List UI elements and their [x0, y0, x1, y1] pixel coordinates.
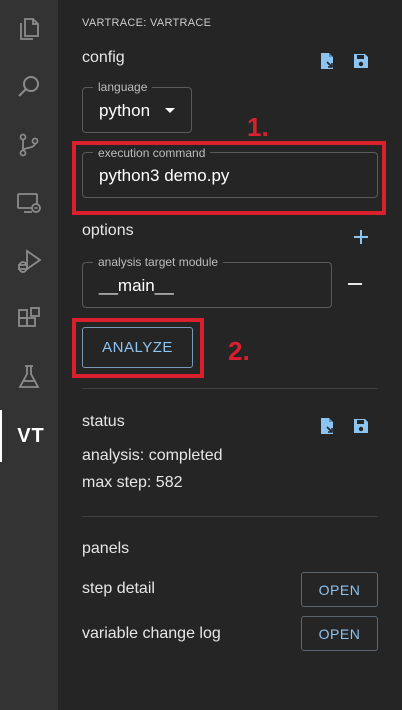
divider [82, 388, 378, 389]
analysis-target-module-value: __main__ [99, 276, 174, 295]
search-icon[interactable] [0, 62, 58, 112]
divider [82, 516, 378, 517]
open-step-detail-button[interactable]: OPEN [301, 572, 378, 607]
config-title: config [82, 49, 125, 66]
language-legend: language [93, 80, 153, 94]
load-status-icon[interactable] [316, 415, 338, 437]
panel-title: VARTRACE: VARTRACE [82, 17, 212, 29]
analysis-status: analysis: completed [82, 447, 223, 464]
max-step: max step: 582 [82, 474, 183, 491]
source-control-icon[interactable] [0, 120, 58, 170]
testing-icon[interactable] [0, 352, 58, 402]
variable-change-log-label: variable change log [82, 625, 221, 642]
language-select[interactable]: language python [82, 80, 192, 133]
analysis-target-module-field[interactable]: analysis target module __main__ [82, 255, 332, 308]
panels-title: panels [82, 540, 130, 557]
remove-option-icon[interactable] [344, 273, 366, 295]
add-option-icon[interactable] [350, 226, 372, 248]
run-debug-icon[interactable] [0, 236, 58, 286]
files-icon[interactable] [0, 4, 58, 54]
execution-command-value: python3 demo.py [99, 166, 230, 185]
step-detail-label: step detail [82, 580, 155, 597]
vartrace-panel: VARTRACE: VARTRACE config language pytho… [58, 0, 402, 710]
remote-explorer-icon[interactable] [0, 178, 58, 228]
execution-command-legend: execution command [93, 146, 211, 160]
execution-command-field[interactable]: execution command python3 demo.py [82, 146, 378, 198]
annotation-two: 2. [228, 336, 250, 366]
analysis-target-module-legend: analysis target module [93, 255, 224, 269]
open-variable-change-log-button[interactable]: OPEN [301, 616, 378, 651]
extensions-icon[interactable] [0, 294, 58, 344]
activity-bar: VT [0, 0, 58, 710]
load-config-icon[interactable] [316, 50, 338, 72]
save-status-icon[interactable] [350, 415, 372, 437]
vartrace-icon[interactable]: VT [0, 410, 60, 462]
save-config-icon[interactable] [350, 50, 372, 72]
chevron-down-icon [165, 108, 175, 113]
annotation-one: 1. [247, 112, 269, 142]
language-value: python [99, 101, 151, 120]
status-title: status [82, 413, 125, 430]
analyze-button[interactable]: ANALYZE [82, 327, 193, 368]
vartrace-label: VT [17, 424, 45, 447]
options-title: options [82, 222, 134, 239]
